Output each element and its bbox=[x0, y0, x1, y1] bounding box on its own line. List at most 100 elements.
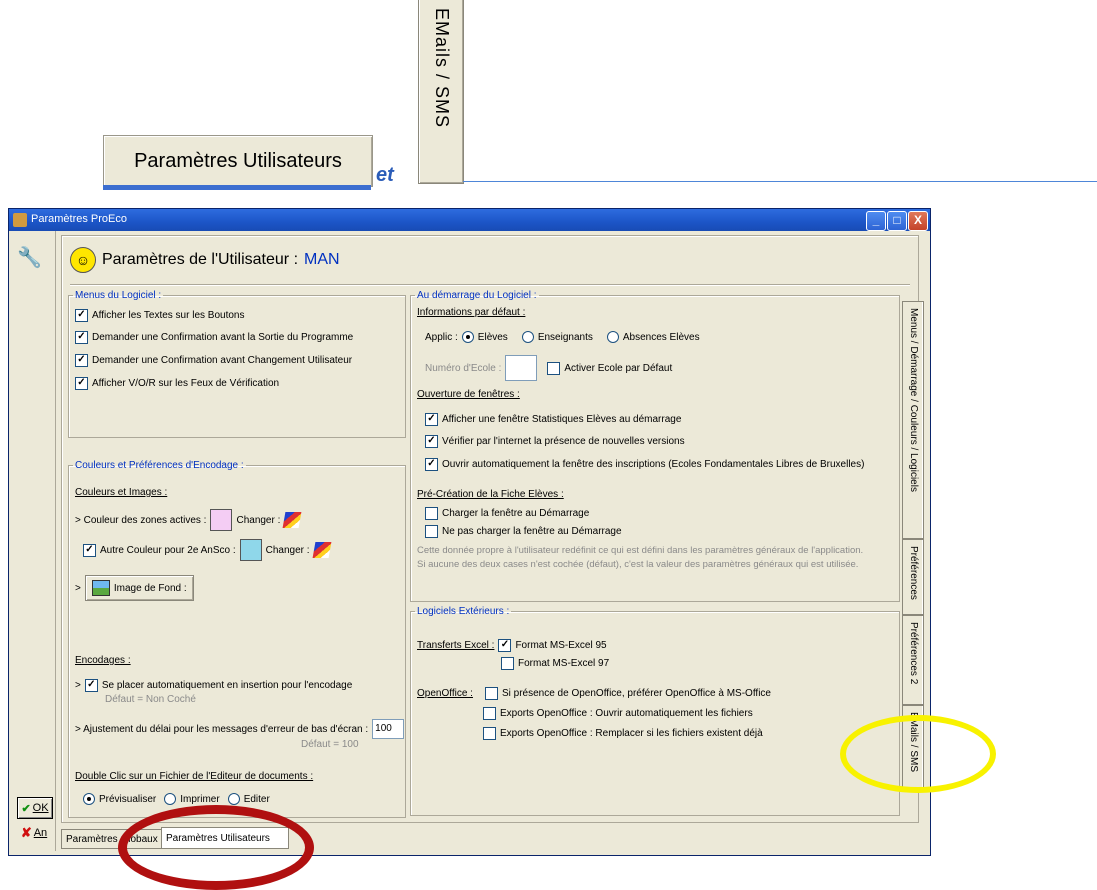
radio-label: Editer bbox=[243, 793, 270, 805]
radio-label: Imprimer bbox=[180, 793, 220, 805]
tab-preferences-2[interactable]: Préférences 2 bbox=[902, 615, 924, 705]
prefer-openoffice-label: Si présence de OpenOffice, préférer Open… bbox=[501, 688, 771, 699]
menu-option-label: Afficher V/O/R sur les Feux de Vérificat… bbox=[92, 378, 280, 389]
excel-row: Transferts Excel : ✓ Format MS-Excel 95 bbox=[417, 639, 607, 652]
radio-preview[interactable] bbox=[83, 793, 95, 805]
radio-absences[interactable] bbox=[606, 331, 619, 343]
tools-icon: 🔧 bbox=[17, 247, 42, 269]
excel95-checkbox[interactable]: ✓ bbox=[498, 639, 512, 652]
active-zone-row: > Couleur des zones actives : Changer : bbox=[75, 509, 302, 531]
tab-label: Préférences 2 bbox=[908, 622, 919, 685]
school-number-input[interactable] bbox=[505, 355, 538, 381]
close-button[interactable]: X bbox=[908, 211, 928, 231]
maximize-button[interactable]: □ bbox=[887, 211, 907, 231]
openoffice-replace-label: Exports OpenOffice : Remplacer si les fi… bbox=[500, 728, 763, 739]
applic-row: Applic : Elèves Enseignants Absences Elè… bbox=[425, 331, 700, 343]
red-highlight-ellipse bbox=[118, 805, 314, 890]
active-zone-swatch[interactable] bbox=[210, 509, 233, 531]
openoffice-open-row[interactable]: Exports OpenOffice : Ouvrir automatiquem… bbox=[483, 707, 753, 720]
tab-preferences[interactable]: Préférences bbox=[902, 539, 924, 615]
window-option-label: Afficher une fenêtre Statistiques Elèves… bbox=[442, 414, 682, 425]
background-image-row: > Image de Fond : bbox=[75, 575, 194, 601]
excel95-label: Format MS-Excel 95 bbox=[515, 640, 607, 651]
precreation-option-label: Ne pas charger la fenêtre au Démarrage bbox=[442, 526, 622, 537]
openoffice-replace-row[interactable]: Exports OpenOffice : Remplacer si les fi… bbox=[483, 727, 763, 740]
windows-heading: Ouverture de fenêtres : bbox=[417, 389, 520, 400]
defaults-heading: Informations par défaut : bbox=[417, 307, 526, 318]
activate-school-checkbox[interactable] bbox=[547, 361, 561, 375]
radio-eleves[interactable] bbox=[461, 331, 474, 343]
cancel-label: An bbox=[33, 827, 48, 839]
precreation-note-1: Cette donnée propre à l'utilisateur redé… bbox=[417, 545, 864, 556]
precreation-option[interactable]: Charger la fenêtre au Démarrage bbox=[425, 507, 589, 520]
radio-edit[interactable] bbox=[227, 793, 240, 805]
insert-label: Se placer automatiquement en insertion p… bbox=[101, 680, 353, 691]
user-code: MAN bbox=[304, 251, 340, 268]
proeco-window: Paramètres ProEco _ □ X 🔧 ✔ OK ✘ An ☺ Para… bbox=[8, 208, 931, 856]
checkbox[interactable] bbox=[425, 507, 438, 520]
bg-prefix: > bbox=[75, 582, 81, 594]
checkbox[interactable]: ✓ bbox=[75, 377, 88, 390]
checkbox[interactable]: ✓ bbox=[75, 331, 88, 344]
alt-color-row: ✓ Autre Couleur pour 2e AnSco : Changer … bbox=[83, 539, 331, 561]
radio-print[interactable] bbox=[164, 793, 177, 805]
doc-user-params-button: Paramètres Utilisateurs bbox=[103, 135, 373, 187]
excel-label: Transferts Excel : bbox=[417, 640, 495, 651]
image-icon bbox=[91, 580, 110, 596]
checkbox[interactable] bbox=[483, 707, 496, 720]
excel97-row[interactable]: Format MS-Excel 97 bbox=[501, 657, 609, 670]
startup-group: Au démarrage du Logiciel : Informations … bbox=[410, 290, 900, 602]
checkbox[interactable]: ✓ bbox=[75, 309, 88, 322]
alt-color-label: Autre Couleur pour 2e AnSco : bbox=[100, 544, 236, 556]
window-option[interactable]: ✓ Ouvrir automatiquement la fenêtre des i… bbox=[425, 458, 864, 471]
ok-button[interactable]: ✔ OK bbox=[17, 797, 53, 819]
change-label: Changer : bbox=[265, 544, 310, 556]
radio-label: Enseignants bbox=[537, 331, 593, 343]
doc-button-underline bbox=[103, 185, 371, 190]
color-pencil-icon[interactable] bbox=[312, 542, 331, 558]
checkbox[interactable] bbox=[483, 727, 496, 740]
school-number-row: Numéro d'Ecole : Activer Ecole par Défau… bbox=[425, 355, 672, 381]
checkbox[interactable] bbox=[425, 525, 438, 538]
excel97-checkbox[interactable] bbox=[501, 657, 514, 670]
checkbox[interactable]: ✓ bbox=[425, 458, 438, 471]
applic-label: Applic : bbox=[425, 331, 458, 343]
external-software-group: Logiciels Extérieurs : Transferts Excel … bbox=[410, 606, 900, 816]
menu-option[interactable]: ✓ Afficher les Textes sur les Boutons bbox=[75, 309, 245, 322]
prefer-openoffice-checkbox[interactable] bbox=[484, 687, 498, 700]
tab-label: Préférences bbox=[908, 546, 919, 600]
background-image-label: Image de Fond : bbox=[113, 582, 187, 594]
delay-default: Défaut = 100 bbox=[301, 739, 359, 750]
checkbox[interactable]: ✓ bbox=[425, 435, 438, 448]
alt-color-checkbox[interactable]: ✓ bbox=[83, 543, 96, 557]
minimize-button[interactable]: _ bbox=[866, 211, 886, 231]
tab-menus-demarrage[interactable]: Menus / Démarrage / Couleurs / Logiciels bbox=[902, 301, 924, 539]
excel97-label: Format MS-Excel 97 bbox=[518, 658, 610, 669]
school-number-label: Numéro d'Ecole : bbox=[425, 362, 502, 374]
smiley-icon: ☺ bbox=[70, 247, 96, 273]
insert-checkbox[interactable]: ✓ bbox=[84, 679, 98, 692]
cancel-button[interactable]: ✘ An bbox=[17, 823, 51, 843]
tab-label: Menus / Démarrage / Couleurs / Logiciels bbox=[908, 308, 919, 492]
x-icon: ✘ bbox=[20, 825, 32, 840]
menu-option[interactable]: ✓ Afficher V/O/R sur les Feux de Vérifica… bbox=[75, 377, 279, 390]
menu-option[interactable]: ✓ Demander une Confirmation avant Changem… bbox=[75, 354, 352, 367]
checkbox[interactable]: ✓ bbox=[425, 413, 438, 426]
radio-enseignants[interactable] bbox=[521, 331, 534, 343]
alt-color-swatch[interactable] bbox=[239, 539, 262, 561]
background-image-button[interactable]: Image de Fond : bbox=[84, 575, 194, 601]
precreation-option[interactable]: Ne pas charger la fenêtre au Démarrage bbox=[425, 525, 622, 538]
colors-legend: Couleurs et Préférences d'Encodage : bbox=[75, 460, 244, 471]
app-icon bbox=[13, 213, 27, 227]
activate-school-label: Activer Ecole par Défaut bbox=[564, 362, 673, 374]
checkbox[interactable]: ✓ bbox=[75, 354, 88, 367]
menu-option[interactable]: ✓ Demander une Confirmation avant la Sort… bbox=[75, 331, 353, 344]
insert-row[interactable]: > ✓ Se placer automatiquement en insertio… bbox=[75, 679, 352, 692]
window-option[interactable]: ✓ Vérifier par l'internet la présence de … bbox=[425, 435, 685, 448]
yellow-highlight-ellipse bbox=[840, 715, 996, 793]
delay-input[interactable]: 100 bbox=[372, 719, 405, 739]
window-option[interactable]: ✓ Afficher une fenêtre Statistiques Elève… bbox=[425, 413, 681, 426]
color-pencil-icon[interactable] bbox=[282, 512, 302, 528]
colors-images-heading: Couleurs et Images : bbox=[75, 487, 168, 498]
doc-connector-text: et bbox=[376, 164, 394, 186]
